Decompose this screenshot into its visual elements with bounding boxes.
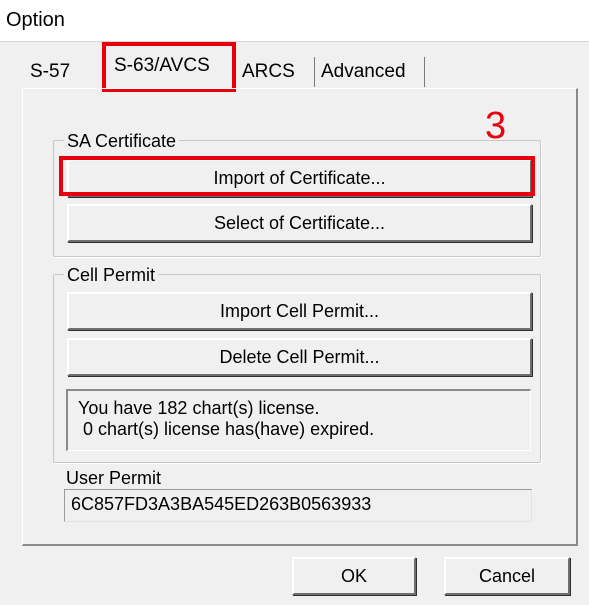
license-expired-text: 0 chart(s) license has(have) expired. (78, 419, 375, 439)
import-cell-permit-button[interactable]: Import Cell Permit... (67, 292, 532, 330)
tab-divider (314, 57, 315, 87)
cancel-button[interactable]: Cancel (444, 557, 570, 595)
delete-cell-permit-button[interactable]: Delete Cell Permit... (67, 338, 532, 376)
tab-advanced[interactable]: Advanced (321, 61, 406, 83)
user-permit-label: User Permit (66, 468, 162, 488)
tab-arcs[interactable]: ARCS (242, 61, 295, 83)
tab-divider (424, 57, 425, 87)
license-info-box: You have 182 chart(s) license. 0 chart(s… (66, 389, 531, 451)
user-permit-field[interactable]: 6C857FD3A3BA545ED263B0563933 (64, 489, 532, 522)
ok-button[interactable]: OK (292, 557, 416, 595)
select-certificate-button[interactable]: Select of Certificate... (67, 204, 532, 242)
tab-s63-avcs[interactable]: S-63/AVCS (102, 42, 236, 92)
tab-s57[interactable]: S-57 (30, 61, 70, 83)
title-bar: Option (0, 0, 589, 42)
tab-s63-avcs-label: S-63/AVCS (114, 55, 210, 76)
cell-permit-legend: Cell Permit (64, 265, 159, 285)
sa-certificate-legend: SA Certificate (64, 131, 180, 151)
import-certificate-button[interactable]: Import of Certificate... (67, 159, 532, 197)
license-count-text: You have 182 chart(s) license. (78, 398, 320, 418)
window-title: Option (6, 9, 65, 31)
